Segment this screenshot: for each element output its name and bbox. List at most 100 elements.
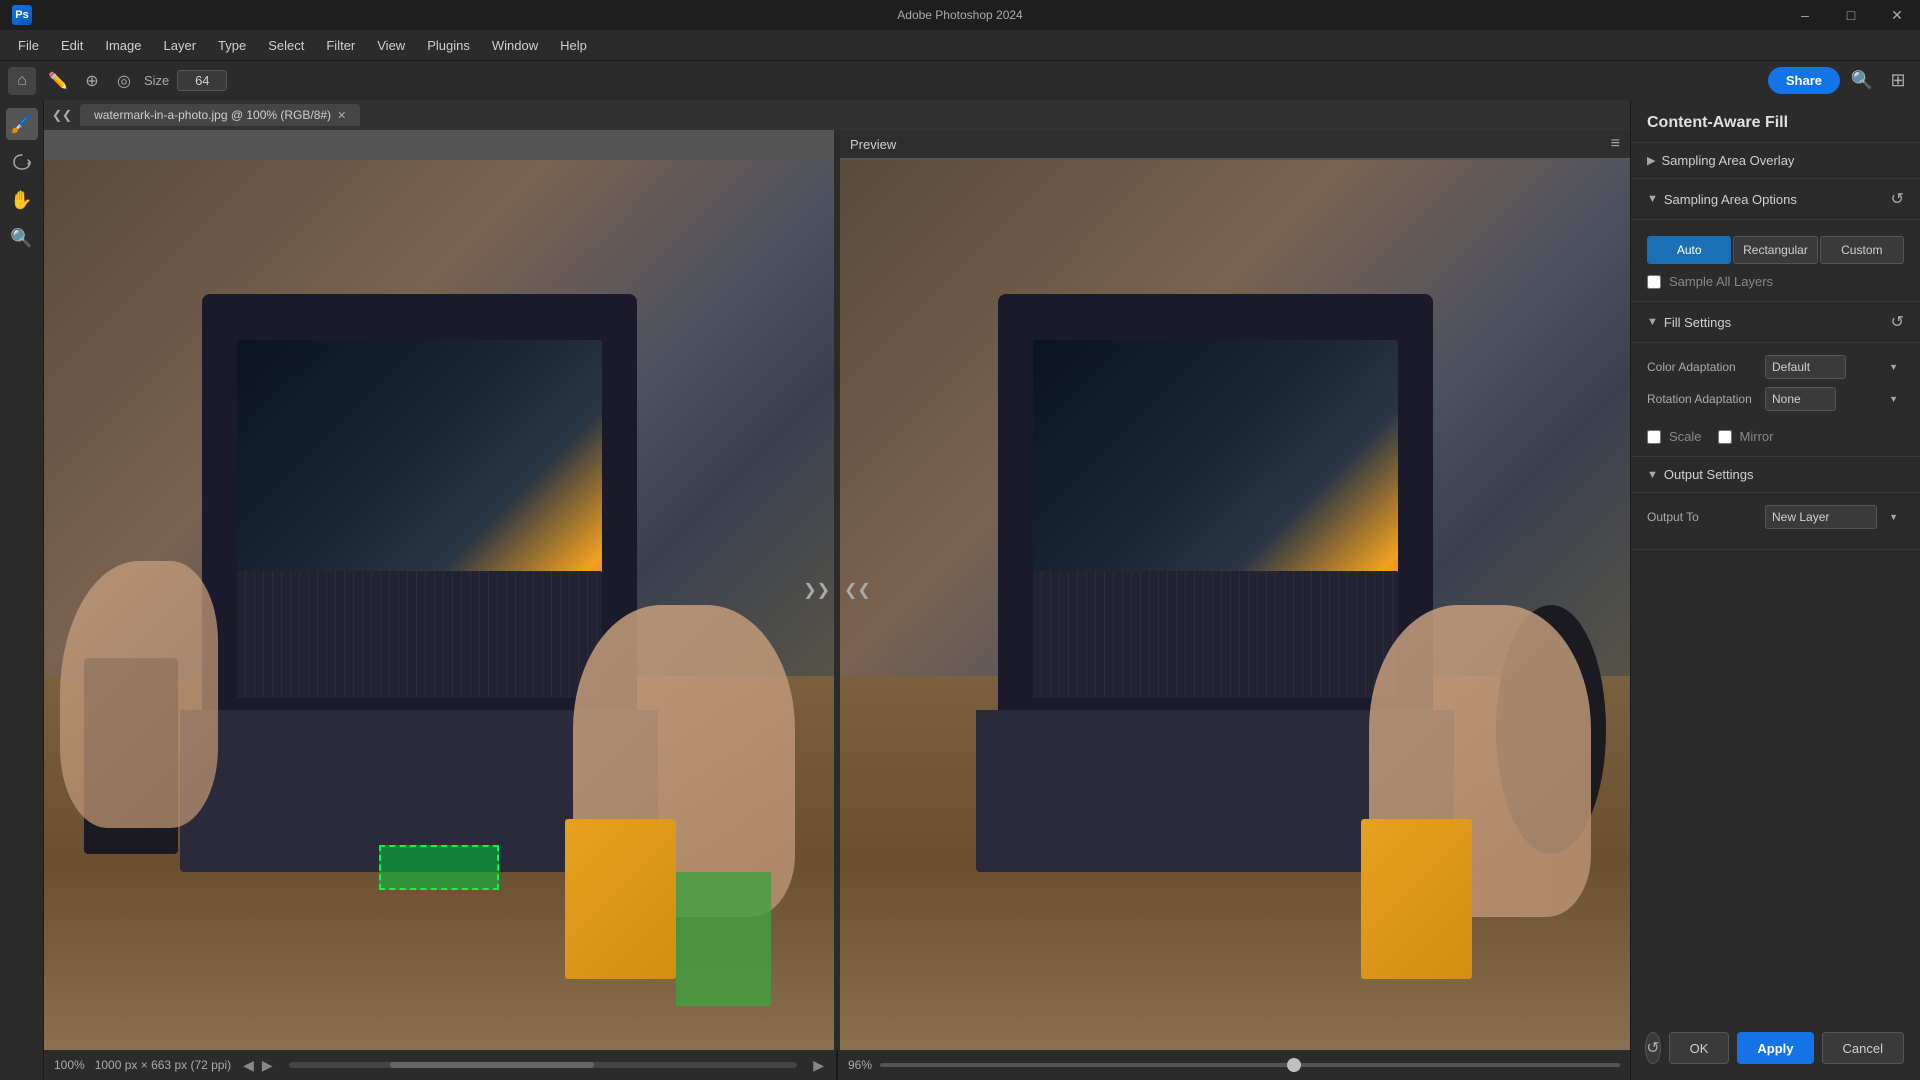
nav-arrows[interactable]: ◀ ▶: [241, 1057, 275, 1074]
menu-window[interactable]: Window: [482, 34, 548, 57]
menu-file[interactable]: File: [8, 34, 49, 57]
fill-settings-reset[interactable]: ↺: [1891, 312, 1904, 332]
preview-zoom-bar: 96%: [838, 1050, 1630, 1080]
search-icon[interactable]: 🔍: [1848, 67, 1876, 95]
preview-photo: [840, 160, 1630, 1050]
zoom-tool[interactable]: 🔍: [6, 222, 38, 254]
mirror-label[interactable]: Mirror: [1740, 429, 1774, 444]
mirror-checkbox[interactable]: [1718, 430, 1732, 444]
size-label: Size: [144, 73, 169, 88]
close-button[interactable]: ✕: [1874, 0, 1920, 30]
output-to-row: Output To New Layer Duplicate Layer Curr…: [1647, 505, 1904, 529]
output-to-select[interactable]: New Layer Duplicate Layer Current Layer: [1765, 505, 1877, 529]
sampling-area-options-body: Auto Rectangular Custom Sample All Layer…: [1631, 220, 1920, 302]
circle-icon[interactable]: ◎: [112, 69, 136, 93]
rotation-adaptation-row: Rotation Adaptation None Low Medium High…: [1647, 387, 1904, 411]
output-settings-title: Output Settings: [1664, 467, 1754, 482]
menu-filter[interactable]: Filter: [316, 34, 365, 57]
sample-all-layers-row: Sample All Layers: [1647, 274, 1904, 289]
sampling-options-reset[interactable]: ↺: [1891, 189, 1904, 209]
color-adaptation-row: Color Adaptation Default None High Very …: [1647, 355, 1904, 379]
collapse-left-arrow[interactable]: ❮❮: [844, 580, 871, 600]
output-to-label: Output To: [1647, 510, 1757, 524]
fill-settings-body: Color Adaptation Default None High Very …: [1631, 343, 1920, 457]
output-settings-body: Output To New Layer Duplicate Layer Curr…: [1631, 493, 1920, 550]
preview-zoom-value: 96%: [848, 1058, 872, 1072]
preview-title: Preview: [850, 137, 896, 152]
apply-button[interactable]: Apply: [1737, 1032, 1813, 1064]
tab-scroll-left[interactable]: ❮❮: [52, 108, 72, 122]
output-settings-chevron: ▼: [1647, 469, 1658, 481]
cancel-button[interactable]: Cancel: [1822, 1032, 1904, 1064]
ok-button[interactable]: OK: [1669, 1032, 1730, 1064]
color-adaptation-label: Color Adaptation: [1647, 360, 1757, 374]
sampling-mode-buttons: Auto Rectangular Custom: [1647, 236, 1904, 264]
brush-tool-icon[interactable]: ✏️: [44, 67, 72, 95]
zoom-slider-thumb[interactable]: [1287, 1058, 1301, 1072]
scroll-right[interactable]: ▶: [811, 1057, 826, 1074]
menu-type[interactable]: Type: [208, 34, 256, 57]
menu-view[interactable]: View: [367, 34, 415, 57]
menu-image[interactable]: Image: [95, 34, 151, 57]
fill-settings-title: Fill Settings: [1664, 315, 1731, 330]
document-tab-close[interactable]: ✕: [337, 109, 346, 122]
sampling-custom-button[interactable]: Custom: [1820, 236, 1904, 264]
zoom-slider[interactable]: [880, 1063, 1620, 1067]
color-adaptation-select-wrapper: Default None High Very High: [1765, 355, 1904, 379]
collapse-right-arrow[interactable]: ❯❯: [803, 580, 830, 600]
target-icon[interactable]: ⊕: [80, 69, 104, 93]
document-tab[interactable]: watermark-in-a-photo.jpg @ 100% (RGB/8#)…: [80, 104, 360, 126]
sample-all-layers-checkbox[interactable]: [1647, 275, 1661, 289]
sampling-auto-button[interactable]: Auto: [1647, 236, 1731, 264]
sampling-area-overlay-section[interactable]: ▶ Sampling Area Overlay: [1631, 143, 1920, 179]
horizontal-scrollbar[interactable]: [289, 1062, 798, 1068]
sampling-options-title: Sampling Area Options: [1664, 192, 1797, 207]
menu-select[interactable]: Select: [258, 34, 314, 57]
sampling-rectangular-button[interactable]: Rectangular: [1733, 236, 1817, 264]
global-reset-button[interactable]: ↺: [1645, 1032, 1660, 1064]
sample-all-layers-label[interactable]: Sample All Layers: [1669, 274, 1773, 289]
size-input[interactable]: 64: [177, 70, 227, 91]
scale-label[interactable]: Scale: [1669, 429, 1702, 444]
original-photo: [44, 160, 834, 1050]
maximize-button[interactable]: □: [1828, 0, 1874, 30]
lasso-tool[interactable]: [6, 146, 38, 178]
rotation-adaptation-label: Rotation Adaptation: [1647, 392, 1757, 406]
toolbar: ⌂ ✏️ ⊕ ◎ Size 64 Share 🔍 ⊞: [0, 60, 1920, 100]
hand-tool[interactable]: ✋: [6, 184, 38, 216]
fill-settings-section[interactable]: ▼ Fill Settings ↺: [1631, 302, 1920, 343]
scale-checkbox[interactable]: [1647, 430, 1661, 444]
minimize-button[interactable]: –: [1782, 0, 1828, 30]
scale-mirror-row: Scale Mirror: [1647, 419, 1904, 444]
app-icon: Ps: [12, 5, 32, 25]
sampling-overlay-chevron: ▶: [1647, 154, 1655, 167]
left-tools-panel: 🖌️ ✋ 🔍: [0, 100, 44, 1080]
sampling-area-options-section[interactable]: ▼ Sampling Area Options ↺: [1631, 179, 1920, 220]
rotation-adaptation-select[interactable]: None Low Medium High Full: [1765, 387, 1836, 411]
preview-menu-icon[interactable]: ≡: [1611, 135, 1620, 153]
selection-overlay[interactable]: [379, 845, 499, 890]
brush-tool[interactable]: 🖌️: [6, 108, 38, 140]
menu-bar: File Edit Image Layer Type Select Filter…: [0, 30, 1920, 60]
menu-plugins[interactable]: Plugins: [417, 34, 480, 57]
output-settings-section[interactable]: ▼ Output Settings: [1631, 457, 1920, 493]
menu-edit[interactable]: Edit: [51, 34, 93, 57]
dimensions: 1000 px × 663 px (72 ppi): [95, 1058, 231, 1072]
sampling-options-chevron: ▼: [1647, 193, 1658, 205]
menu-layer[interactable]: Layer: [154, 34, 207, 57]
share-button[interactable]: Share: [1768, 67, 1840, 94]
apps-icon[interactable]: ⊞: [1884, 67, 1912, 95]
canvas-original[interactable]: ❯❯: [44, 130, 836, 1050]
menu-help[interactable]: Help: [550, 34, 597, 57]
color-adaptation-select[interactable]: Default None High Very High: [1765, 355, 1846, 379]
canvas-preview[interactable]: Preview ≡: [840, 130, 1630, 1050]
rotation-adaptation-select-wrapper: None Low Medium High Full: [1765, 387, 1904, 411]
nav-left[interactable]: ◀: [241, 1057, 256, 1074]
canvas-status-bar: 100% 1000 px × 663 px (72 ppi) ◀ ▶ ▶: [44, 1050, 838, 1080]
window-controls: – □ ✕: [1782, 0, 1920, 30]
scale-row: Scale: [1647, 429, 1702, 444]
home-button[interactable]: ⌂: [8, 67, 36, 95]
right-panel: Content-Aware Fill ▶ Sampling Area Overl…: [1630, 100, 1920, 1080]
nav-right[interactable]: ▶: [260, 1057, 275, 1074]
output-to-select-wrapper: New Layer Duplicate Layer Current Layer: [1765, 505, 1904, 529]
